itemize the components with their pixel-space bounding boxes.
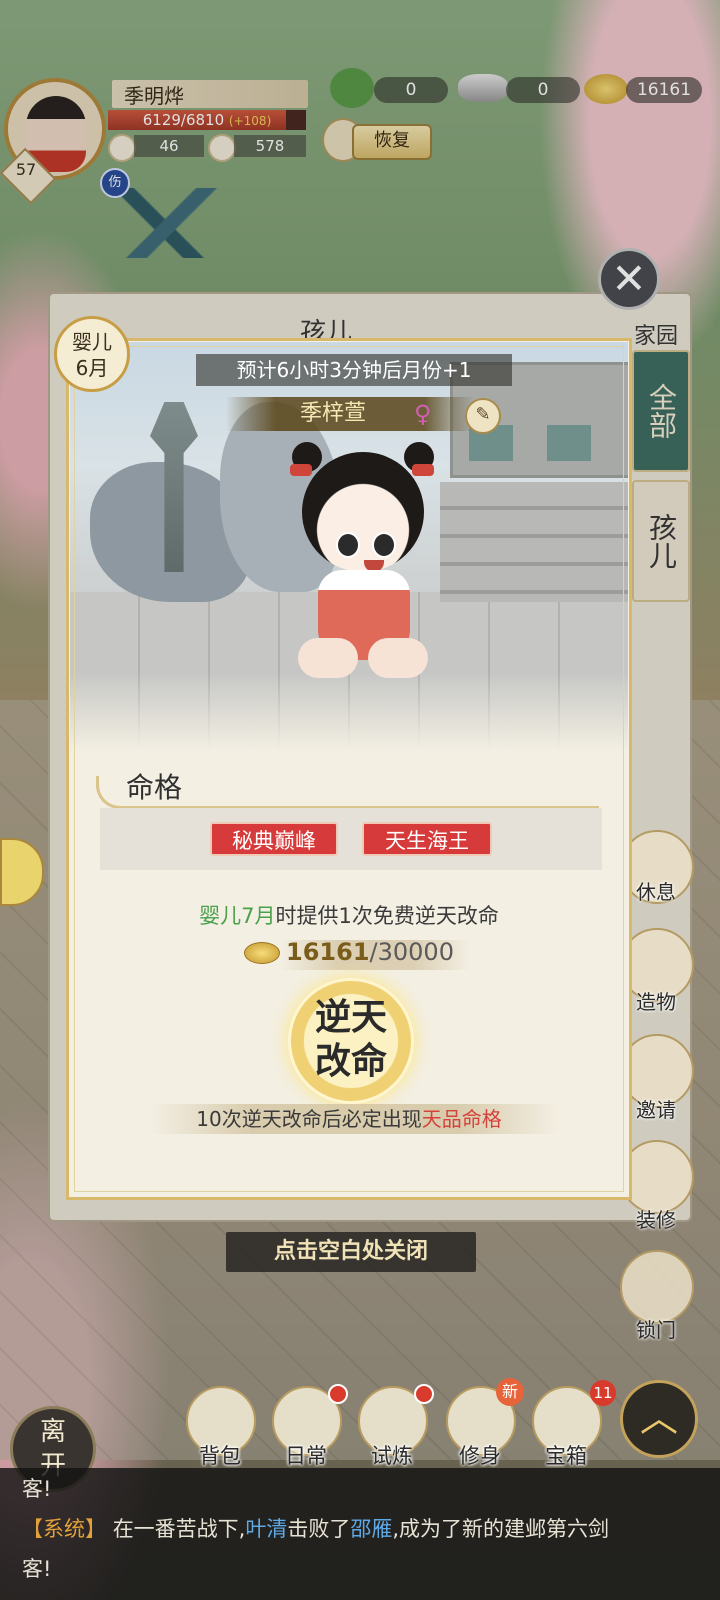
cost-required: /30000: [369, 938, 454, 966]
chat-line: 客!: [22, 1477, 52, 1501]
guarantee-text: 10次逆天改命后必定出现: [196, 1107, 422, 1131]
decorate-label[interactable]: 装修: [618, 1204, 694, 1233]
reroll-fate-line2[interactable]: 改命: [288, 1040, 414, 1084]
reroll-cost: 16161/30000: [70, 938, 628, 966]
cost-current: 16161: [286, 938, 370, 966]
guarantee-info: 10次逆天改命后必定出现天品命格: [70, 1104, 628, 1134]
nav-trial[interactable]: 试炼: [354, 1440, 430, 1470]
female-icon: ♀: [414, 400, 432, 428]
reroll-fate-label[interactable]: 逆天 改命: [288, 996, 414, 1084]
nav-daily[interactable]: 日常: [268, 1440, 344, 1470]
free-reroll-stage: 婴儿7月: [199, 904, 276, 928]
trait-tag[interactable]: 秘典巅峰: [210, 822, 338, 856]
chat-player-name[interactable]: 叶清: [245, 1517, 287, 1541]
age-badge: 婴儿 6月: [54, 316, 130, 392]
age-month: 6月: [75, 356, 109, 380]
nav-cultivate[interactable]: 修身: [442, 1440, 518, 1470]
chat-line: 客!: [22, 1557, 52, 1581]
trait-row: [100, 808, 602, 870]
rename-brush-icon[interactable]: ✎: [465, 398, 501, 434]
expand-menu-icon[interactable]: ︿: [620, 1380, 698, 1458]
tap-blank-to-close[interactable]: 点击空白处关闭: [226, 1232, 476, 1272]
child-name: 季梓萱: [300, 401, 367, 426]
month-countdown: 预计6小时3分钟后月份+1: [196, 354, 512, 386]
nav-bag[interactable]: 背包: [182, 1440, 258, 1470]
free-reroll-text: 时提供1次免费逆天改命: [275, 904, 499, 928]
chest-count-badge: 11: [590, 1380, 616, 1406]
fate-section-title: 命格: [126, 771, 183, 804]
gold-coin-icon: [244, 942, 281, 964]
daily-red-dot: [328, 1384, 348, 1404]
chat-system-tag: 【系统】: [22, 1517, 106, 1541]
guarantee-highlight: 天品命格: [421, 1107, 502, 1131]
system-chat[interactable]: 客! 【系统】 在一番苦战下,叶清击败了邵雁,成为了新的建邺第六剑 客!: [0, 1468, 720, 1600]
chat-text: 击败了: [287, 1517, 351, 1541]
lock-door-icon[interactable]: [620, 1250, 694, 1324]
free-reroll-info: 婴儿7月时提供1次免费逆天改命: [70, 900, 628, 930]
chat-text: 在一番苦战下,: [112, 1517, 246, 1541]
age-stage: 婴儿: [72, 330, 112, 354]
nav-chest[interactable]: 宝箱: [528, 1440, 604, 1470]
trait-tag[interactable]: 天生海王: [362, 822, 492, 856]
lock-door-label[interactable]: 锁门: [618, 1314, 694, 1343]
chat-player-name[interactable]: 邵雁: [350, 1517, 392, 1541]
chat-text: ,成为了新的建邺第六剑: [392, 1517, 610, 1541]
new-badge: 新: [496, 1378, 524, 1406]
reroll-fate-line1[interactable]: 逆天: [288, 996, 414, 1040]
trial-red-dot: [414, 1384, 434, 1404]
chat-line: 【系统】 在一番苦战下,叶清击败了邵雁,成为了新的建邺第六剑: [22, 1512, 609, 1546]
